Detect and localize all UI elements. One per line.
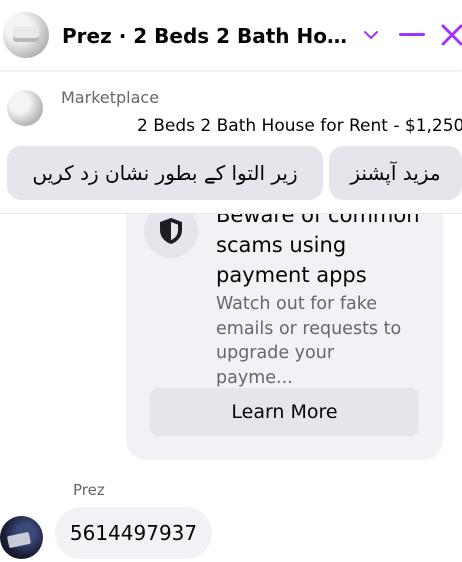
listing-thumbnail[interactable] [7,90,43,126]
avatar[interactable] [0,516,43,559]
message-bubble[interactable]: 5614497937 [55,507,212,559]
minimize-icon[interactable] [397,20,427,50]
marketplace-label: Marketplace [61,88,160,107]
marketplace-context-bar: Marketplace 2 Beds 2 Bath House for Rent… [0,72,462,214]
chevron-down-icon[interactable] [356,20,386,50]
shield-icon [160,218,182,244]
avatar[interactable] [3,12,49,58]
chat-title[interactable]: Prez · 2 Beds 2 Bath House for Rent - $1… [62,22,354,50]
close-icon[interactable] [437,20,462,50]
card-description: Watch out for fake emails or requests to… [216,294,402,388]
learn-more-button[interactable]: Learn More [150,388,419,436]
more-options-button[interactable]: مزید آپشنز [329,146,462,200]
chat-header: Prez · 2 Beds 2 Bath House for Rent - $1… [0,0,462,70]
listing-title[interactable]: 2 Beds 2 Bath House for Rent - $1,250 [137,116,462,136]
message-sender-name: Prez [73,481,105,499]
mark-as-pending-button[interactable]: زیر التوا کے بطور نشان زد کریں [7,146,323,200]
